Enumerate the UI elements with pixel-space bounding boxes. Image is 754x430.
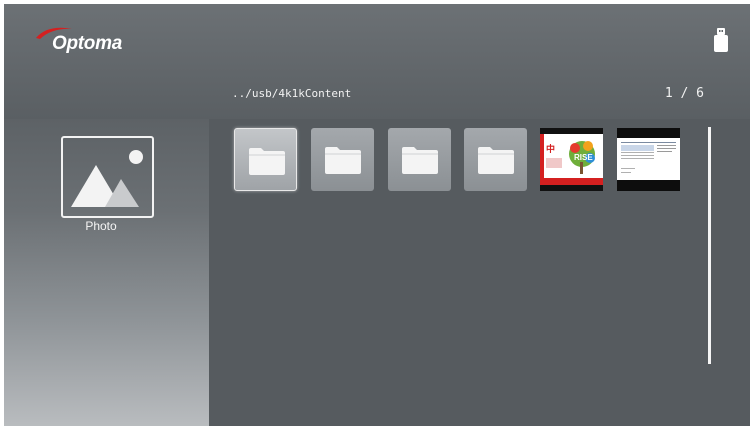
- image-thumbnail[interactable]: [617, 128, 680, 191]
- folder-icon: [325, 147, 361, 174]
- folder-item[interactable]: [464, 128, 527, 191]
- image-thumbnail[interactable]: 中 RISE: [540, 128, 603, 191]
- poster-rise-text: RISE: [574, 153, 593, 162]
- photo-category-button[interactable]: [61, 136, 154, 218]
- folder-item[interactable]: [311, 128, 374, 191]
- poster-cn-text: 中: [546, 143, 555, 155]
- folder-item[interactable]: [388, 128, 451, 191]
- folder-icon: [478, 147, 514, 174]
- folder-icon: [249, 148, 285, 175]
- usb-drive-icon: [714, 28, 728, 57]
- header-bar: [4, 4, 750, 119]
- current-path: ../usb/4k1kContent: [232, 87, 352, 100]
- folder-icon: [402, 147, 438, 174]
- media-browser-screen: Optoma ../usb/4k1kContent 1 / 6 Photo 中 …: [4, 4, 750, 426]
- optoma-logo: Optoma: [34, 26, 144, 56]
- folder-item[interactable]: [234, 128, 297, 191]
- page-indicator: 1 / 6: [664, 86, 704, 101]
- scrollbar[interactable]: [708, 127, 711, 364]
- photo-icon: [71, 150, 143, 207]
- brand-name: Optoma: [52, 33, 122, 54]
- poster-image: 中 RISE: [540, 128, 603, 191]
- photo-category-label: Photo: [85, 219, 117, 233]
- document-image: [617, 128, 680, 191]
